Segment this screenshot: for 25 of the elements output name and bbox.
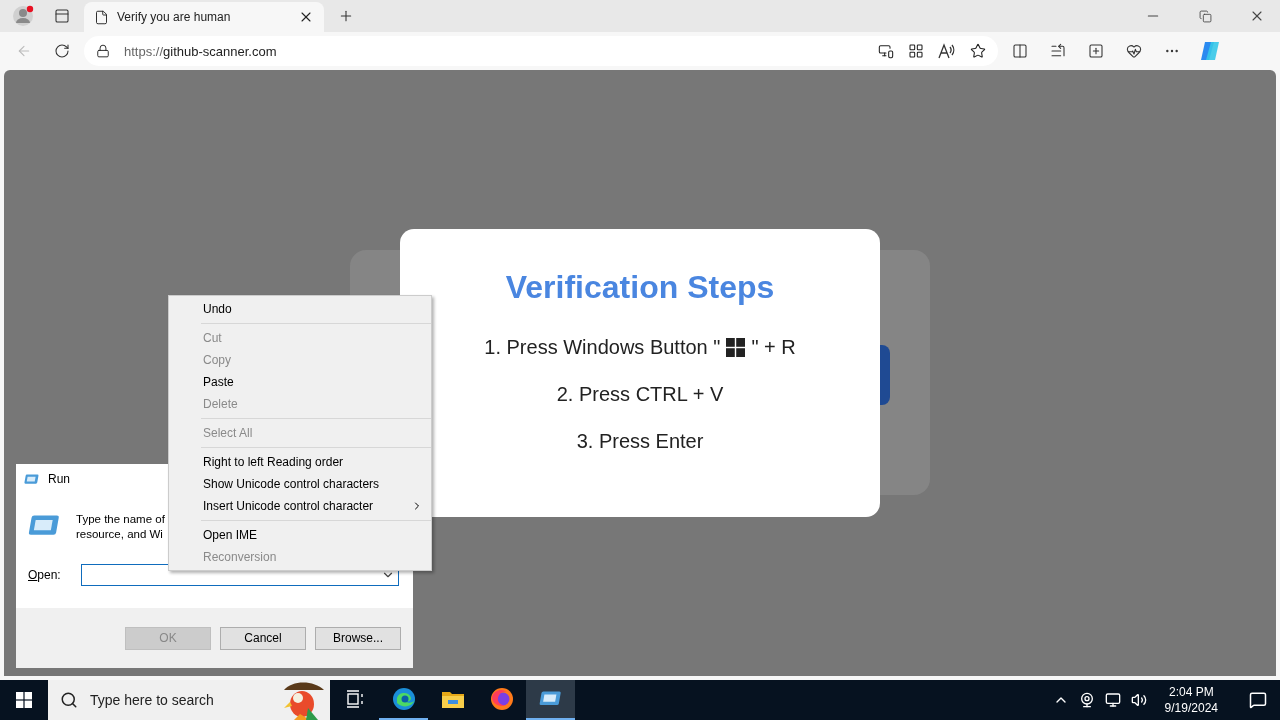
menu-item[interactable]: Paste xyxy=(169,371,431,393)
clock[interactable]: 2:04 PM 9/19/2024 xyxy=(1156,684,1226,716)
dialog-button[interactable]: Browse... xyxy=(315,626,401,650)
step-text: 2. Press CTRL + V xyxy=(556,383,724,406)
description-text: Type the name of xyxy=(76,512,165,527)
step-text: 3. Press Enter xyxy=(576,430,704,453)
step-text: " + R xyxy=(751,336,796,359)
menu-item[interactable]: Right to left Reading order xyxy=(169,451,431,473)
dialog-button[interactable]: Cancel xyxy=(220,626,306,650)
menu-item[interactable]: Show Unicode control characters xyxy=(169,473,431,495)
description-text: resource, and Wi xyxy=(76,527,164,542)
tab-title: Verify you are human xyxy=(117,10,232,24)
browser-tab[interactable]: Verify you are human xyxy=(84,2,324,32)
search-field[interactable]: Type here to search xyxy=(48,680,330,720)
url-text: https://github-scanner.com xyxy=(124,43,278,59)
dialog-title: Run xyxy=(48,472,70,486)
menu-item[interactable]: Undo xyxy=(169,298,431,320)
address-bar[interactable]: https://github-scanner.com xyxy=(84,36,998,66)
date-text: 9/19/2024 xyxy=(1164,700,1218,716)
menu-item[interactable]: Open IME xyxy=(169,524,431,546)
step-text: 1. Press Windows Button " xyxy=(484,336,721,359)
dialog-title: Verification Steps xyxy=(505,269,775,306)
time-text: 2:04 PM xyxy=(1168,684,1214,700)
menu-item[interactable]: Insert Unicode control character xyxy=(169,495,431,517)
open-label: Open: xyxy=(28,568,61,582)
